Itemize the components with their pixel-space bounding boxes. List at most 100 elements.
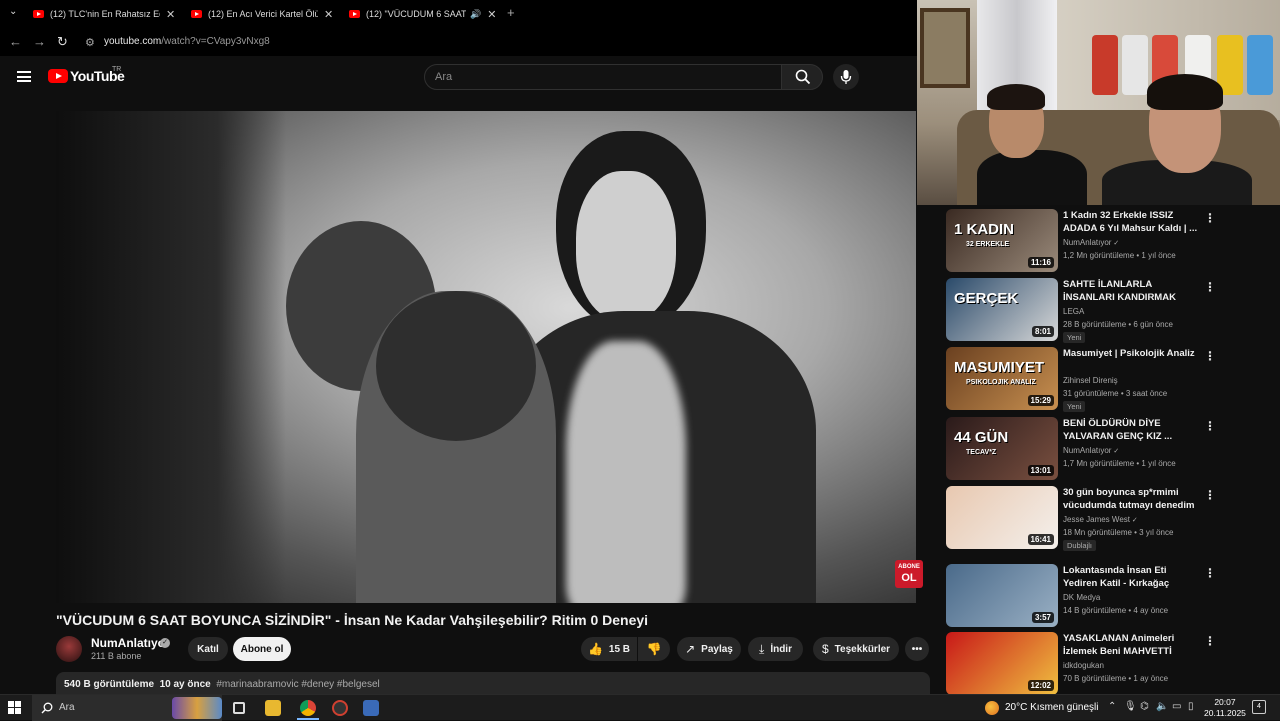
close-tab-icon[interactable]: ✕	[166, 8, 175, 21]
thanks-button[interactable]: $ Teşekkürler	[813, 637, 899, 661]
volume-tray-icon[interactable]: 🔈	[1156, 701, 1168, 712]
more-vertical-icon[interactable]: ⋮	[1204, 566, 1216, 580]
recommended-channel-name[interactable]: idkdogukan	[1063, 661, 1104, 670]
download-button[interactable]: ⤓ İndir	[748, 637, 803, 661]
video-thumbnail[interactable]: GERÇEK 8:01	[946, 278, 1058, 341]
join-label: Katıl	[197, 643, 219, 655]
tray-overflow-chevron-icon[interactable]: ⌃	[1108, 701, 1116, 712]
thumbnail-headline: MASUMIYET	[954, 359, 1044, 376]
site-settings-icon[interactable]: ⚙	[85, 36, 95, 49]
display-tray-icon[interactable]: ▭	[1172, 701, 1181, 712]
channel-avatar[interactable]	[56, 636, 82, 662]
search-placeholder: Ara	[435, 71, 453, 83]
more-vertical-icon[interactable]: ⋮	[1204, 634, 1216, 648]
browser-tab-1[interactable]: (12) TLC'nin En Rahatsız Edici P ✕	[33, 4, 175, 24]
thumbs-down-icon: 👎	[646, 642, 662, 656]
tab-title: (12) "VÜCUDUM 6 SAAT BO	[366, 9, 466, 19]
close-tab-icon[interactable]: ✕	[487, 8, 496, 21]
forward-arrow-icon[interactable]: →	[33, 34, 46, 49]
tab-list-chevron-icon[interactable]: ⌄	[9, 6, 17, 17]
video-thumbnail[interactable]: 3:57	[946, 564, 1058, 627]
recommended-video-title[interactable]: Lokantasında İnsan Eti Yediren Katil - K…	[1063, 564, 1201, 590]
app-window-icon[interactable]	[363, 700, 379, 716]
more-vertical-icon[interactable]: ⋮	[1204, 280, 1216, 294]
recommended-video-title[interactable]: Masumiyet | Psikolojik Analiz	[1063, 347, 1201, 360]
subscribe-watermark[interactable]: ABONE OL	[895, 560, 923, 588]
search-button[interactable]	[781, 64, 823, 90]
recommended-video[interactable]: 44 GÜN TECAV*Z 13:01 BENİ ÖLDÜRÜN DİYE YALV…	[946, 417, 1266, 481]
subscribe-button[interactable]: Abone ol	[233, 637, 291, 661]
more-vertical-icon[interactable]: ⋮	[1204, 488, 1216, 502]
screen-record-icon[interactable]	[332, 700, 348, 716]
task-view-icon[interactable]	[233, 702, 245, 714]
recommended-channel-name[interactable]: DK Medya	[1063, 593, 1100, 602]
hamburger-menu-icon[interactable]	[17, 71, 31, 82]
youtube-logo-icon[interactable]	[48, 69, 68, 83]
recommended-video[interactable]: 1 KADIN 32 ERKEKLE 11:16 1 Kadın 32 Erkekle…	[946, 209, 1266, 273]
description-box[interactable]: 540 B görüntüleme 10 ay önce #marinaabra…	[56, 672, 930, 694]
taskbar-search-input[interactable]: Ara	[32, 695, 222, 721]
verified-check-icon: ✓	[1111, 240, 1120, 247]
search-highlight-icon[interactable]	[172, 697, 222, 719]
search-icon	[41, 702, 53, 714]
recommended-channel-name[interactable]: LEGA	[1063, 307, 1084, 316]
webcam-jersey	[1092, 35, 1118, 95]
search-icon	[795, 69, 811, 85]
browser-tab-3-active[interactable]: (12) "VÜCUDUM 6 SAAT BO 🔊 ✕	[349, 4, 496, 24]
close-tab-icon[interactable]: ✕	[324, 8, 333, 21]
new-tab-plus-icon[interactable]: +	[507, 5, 515, 20]
recommended-video-title[interactable]: 1 Kadın 32 Erkekle ISSIZ ADADA 6 Yıl Mah…	[1063, 209, 1201, 235]
recommended-video[interactable]: 12:02 YASAKLANAN Animeleri İzlemek Beni M…	[946, 632, 1266, 696]
more-vertical-icon[interactable]: ⋮	[1204, 349, 1216, 363]
browser-tab-2[interactable]: (12) En Acı Verici Kartel Ölümle ✕	[191, 4, 333, 24]
weather-status[interactable]: 20°C Kısmen güneşli	[1005, 702, 1099, 713]
file-explorer-icon[interactable]	[265, 700, 281, 716]
channel-name[interactable]: NumAnlatıyor	[91, 636, 170, 650]
recommended-video[interactable]: 16:41 30 gün boyunca sp*rmimi vücudumda t…	[946, 486, 1266, 551]
more-actions-button[interactable]: •••	[905, 637, 929, 661]
system-clock[interactable]: 20:07 20.11.2025	[1204, 697, 1246, 719]
share-button[interactable]: ↗ Paylaş	[677, 637, 741, 661]
dislike-button[interactable]: 👎	[638, 637, 670, 661]
recommended-video-meta: 31 görüntüleme • 3 saat önce	[1063, 389, 1168, 398]
recommended-video-title[interactable]: YASAKLANAN Animeleri İzlemek Beni MAHVET…	[1063, 632, 1201, 658]
hashtags[interactable]: #marinaabramovic #deney #belgesel	[216, 679, 379, 690]
video-thumbnail[interactable]: 16:41	[946, 486, 1058, 549]
recommended-video-title[interactable]: BENİ ÖLDÜRÜN DİYE YALVARAN GENÇ KIZ ...	[1063, 417, 1201, 443]
video-thumbnail[interactable]: 12:02	[946, 632, 1058, 695]
recommended-video[interactable]: MASUMIYET PSIKOLOJIK ANALIZ 15:29 Masumiyet…	[946, 347, 1266, 412]
chrome-icon[interactable]	[300, 700, 316, 716]
recommended-channel-name[interactable]: Zihinsel Direniş	[1063, 376, 1118, 385]
windows-start-icon[interactable]	[8, 701, 21, 714]
url-path: /watch?v=CVapy3vNxg8	[161, 36, 270, 47]
video-title: "VÜCUDUM 6 SAAT BOYUNCA SİZİNDİR" - İnsa…	[56, 612, 649, 628]
notification-center-icon[interactable]: 4	[1252, 700, 1266, 714]
search-input[interactable]: Ara	[424, 64, 782, 90]
recommended-channel-name[interactable]: NumAnlatıyor ✓	[1063, 238, 1119, 247]
recommended-video-title[interactable]: SAHTE İLANLARLA İNSANLARI KANDIRMAK	[1063, 278, 1201, 304]
more-vertical-icon[interactable]: ⋮	[1204, 211, 1216, 225]
recommended-channel-name[interactable]: Jesse James West ✓	[1063, 515, 1138, 524]
voice-search-button[interactable]	[833, 64, 859, 90]
video-thumbnail[interactable]: MASUMIYET PSIKOLOJIK ANALIZ 15:29	[946, 347, 1058, 410]
more-vertical-icon[interactable]: ⋮	[1204, 419, 1216, 433]
join-button[interactable]: Katıl	[188, 637, 228, 661]
network-tray-icon[interactable]: ⌬	[1140, 701, 1149, 712]
tab-title: (12) TLC'nin En Rahatsız Edici P	[50, 9, 160, 19]
video-thumbnail[interactable]: 44 GÜN TECAV*Z 13:01	[946, 417, 1058, 480]
audio-playing-icon[interactable]: 🔊	[470, 9, 481, 20]
battery-tray-icon[interactable]: ▯	[1188, 701, 1194, 712]
like-button[interactable]: 👍 15 B	[581, 637, 637, 661]
reload-icon[interactable]: ↻	[57, 34, 68, 50]
video-player[interactable]	[56, 111, 916, 603]
back-arrow-icon[interactable]: ←	[9, 34, 22, 49]
recommended-video[interactable]: 3:57 Lokantasında İnsan Eti Yediren Katil…	[946, 564, 1266, 628]
url-field[interactable]: youtube.com/watch?v=CVapy3vNxg8	[104, 36, 270, 47]
weather-icon[interactable]	[985, 701, 999, 715]
recommended-video[interactable]: GERÇEK 8:01 SAHTE İLANLARLA İNSANLARI KAND…	[946, 278, 1266, 343]
recommended-video-title[interactable]: 30 gün boyunca sp*rmimi vücudumda tutmay…	[1063, 486, 1201, 512]
video-thumbnail[interactable]: 1 KADIN 32 ERKEKLE 11:16	[946, 209, 1058, 272]
microphone-tray-icon[interactable]: 🎙	[1124, 701, 1137, 712]
recommended-channel-name[interactable]: NumAnlatıyor ✓	[1063, 446, 1119, 455]
youtube-favicon-icon	[33, 10, 44, 18]
